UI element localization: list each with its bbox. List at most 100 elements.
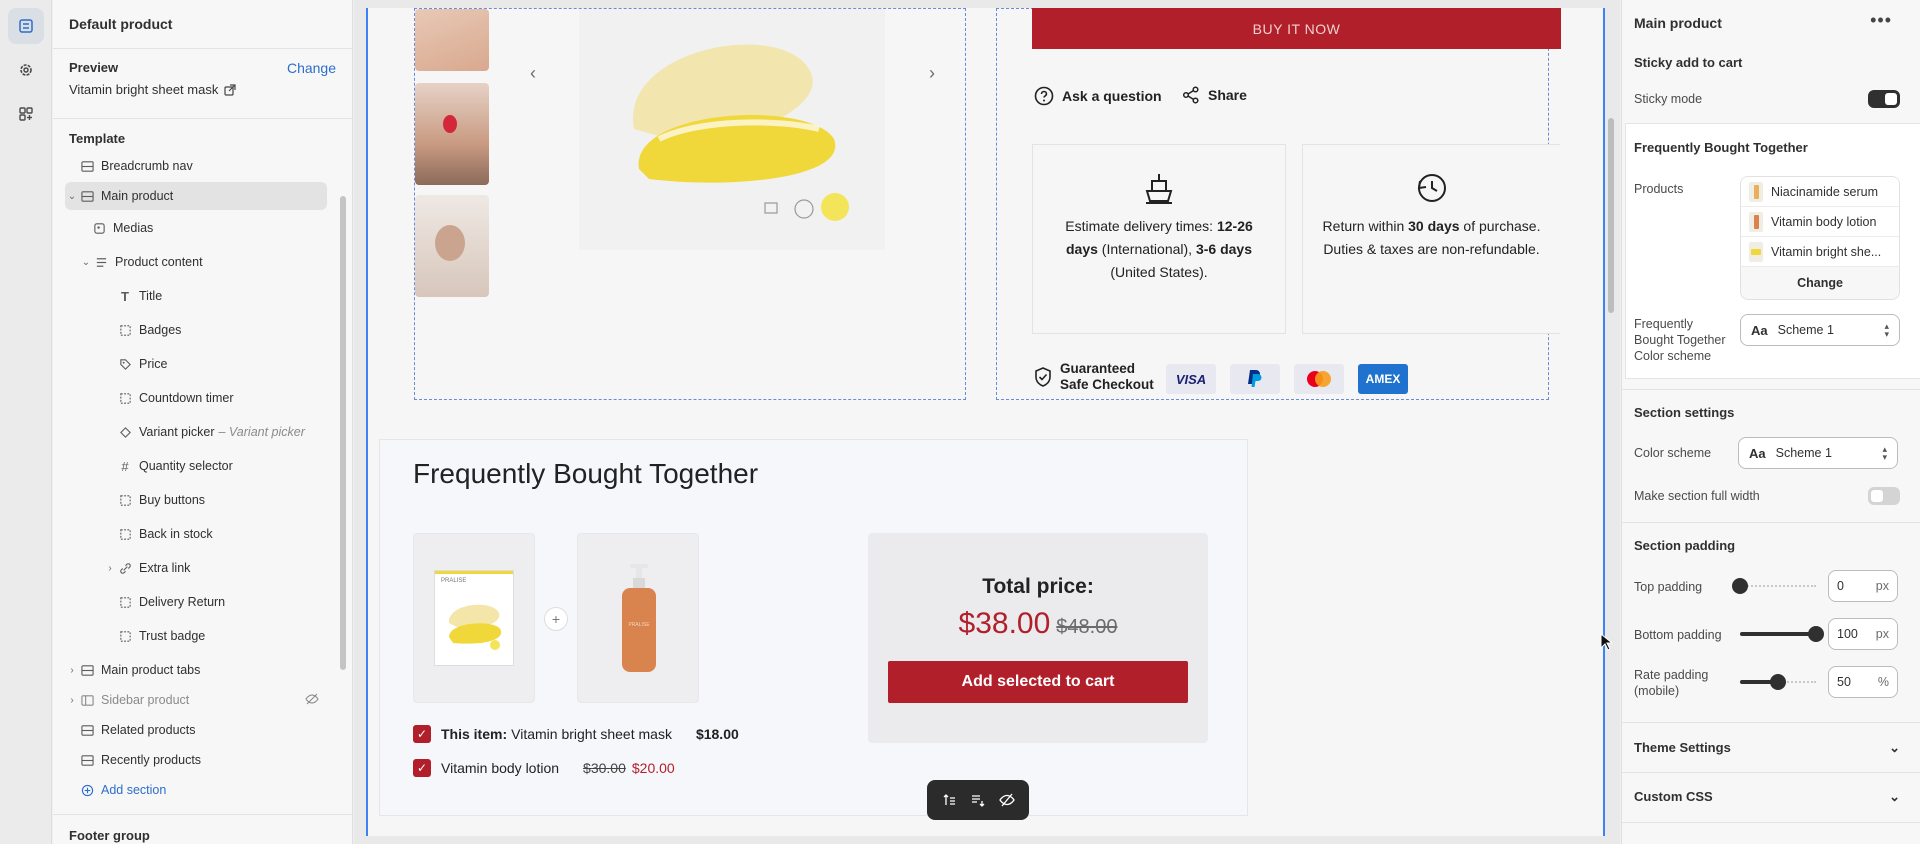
chevron-right-icon[interactable]: › bbox=[65, 695, 79, 706]
block-dashed-icon bbox=[117, 628, 133, 644]
tree-item-trust-badge[interactable]: Trust badge bbox=[117, 622, 327, 650]
share-icon bbox=[1182, 86, 1199, 104]
move-up-icon[interactable] bbox=[941, 792, 957, 808]
sidebar-scrollbar[interactable] bbox=[340, 196, 346, 670]
tree-item-variant-picker[interactable]: Variant picker – Variant picker bbox=[117, 418, 327, 446]
main-product-image[interactable] bbox=[579, 9, 885, 250]
sections-icon[interactable] bbox=[8, 8, 44, 44]
fbt-product-image-sheet-mask[interactable]: PRALISE bbox=[413, 533, 535, 703]
rate-padding-slider[interactable] bbox=[1740, 674, 1816, 690]
total-price-values: $38.00 $48.00 bbox=[868, 607, 1208, 641]
tree-item-label: Breadcrumb nav bbox=[101, 159, 193, 173]
color-scheme-icon: Aa bbox=[1749, 445, 1766, 461]
tree-item-product-content[interactable]: ⌄ Product content bbox=[79, 248, 327, 276]
apps-icon[interactable] bbox=[8, 96, 44, 132]
tree-item-label: Medias bbox=[113, 221, 154, 235]
products-change-button[interactable]: Change bbox=[1741, 267, 1899, 299]
tree-item-price[interactable]: Price bbox=[117, 350, 327, 378]
rate-padding-input[interactable]: 50% bbox=[1828, 666, 1898, 698]
slider-handle[interactable] bbox=[1770, 674, 1786, 690]
full-width-toggle[interactable] bbox=[1868, 487, 1900, 505]
settings-gear-icon[interactable] bbox=[8, 52, 44, 88]
divider bbox=[53, 48, 352, 49]
checkbox-checked[interactable]: ✓ bbox=[413, 725, 431, 743]
tree-item-related-products[interactable]: Related products bbox=[65, 716, 327, 744]
share-link[interactable]: Share bbox=[1182, 86, 1247, 104]
tree-item-back-in-stock[interactable]: Back in stock bbox=[117, 520, 327, 548]
chevron-down-icon[interactable]: ⌄ bbox=[65, 191, 79, 202]
product-thumbnail[interactable] bbox=[415, 9, 489, 71]
add-section-button[interactable]: Add section bbox=[65, 776, 327, 804]
preview-product[interactable]: Vitamin bright sheet mask bbox=[69, 82, 236, 97]
mastercard-icon bbox=[1294, 364, 1344, 394]
chevron-down-icon[interactable]: ⌄ bbox=[79, 257, 93, 268]
tree-item-buy-buttons[interactable]: Buy buttons bbox=[117, 486, 327, 514]
delivery-text-mid: (International), bbox=[1097, 241, 1196, 257]
product-item[interactable]: Vitamin body lotion bbox=[1741, 207, 1899, 237]
fbt-item-row-this-item[interactable]: ✓ This item: Vitamin bright sheet mask $… bbox=[413, 725, 739, 743]
media-icon bbox=[91, 220, 107, 236]
theme-settings-toggle[interactable]: Theme Settings ⌄ bbox=[1634, 740, 1900, 756]
chevron-right-icon[interactable]: › bbox=[65, 665, 79, 676]
product-item-name: Vitamin bright she... bbox=[1771, 244, 1882, 259]
tree-item-recently-products[interactable]: Recently products bbox=[65, 746, 327, 774]
frequently-bought-together-section[interactable]: Frequently Bought Together PRALISE + PRA… bbox=[380, 440, 1247, 815]
plus-icon: + bbox=[544, 607, 568, 631]
slider-handle[interactable] bbox=[1732, 578, 1748, 594]
slider-handle[interactable] bbox=[1808, 626, 1824, 642]
tree-item-medias[interactable]: Medias bbox=[91, 214, 327, 242]
product-item[interactable]: Vitamin bright she... bbox=[1741, 237, 1899, 267]
ask-question-link[interactable]: Ask a question bbox=[1034, 86, 1162, 106]
total-sale-price: $38.00 bbox=[958, 607, 1051, 640]
custom-css-toggle[interactable]: Custom CSS ⌄ bbox=[1634, 789, 1900, 805]
return-days: 30 days bbox=[1408, 218, 1460, 234]
tree-item-breadcrumb-nav[interactable]: Breadcrumb nav bbox=[65, 152, 327, 180]
sidebar-layout-icon bbox=[79, 692, 95, 708]
canvas-scrollbar[interactable] bbox=[1608, 118, 1614, 313]
chevron-left-icon[interactable]: ‹ bbox=[530, 63, 536, 84]
tree-item-label: Product content bbox=[115, 255, 203, 269]
divider bbox=[53, 118, 352, 119]
fbt-title: Frequently Bought Together bbox=[413, 458, 759, 489]
fbt-product-image-body-lotion[interactable]: PRALISE bbox=[577, 533, 699, 703]
tree-item-sidebar-product[interactable]: › Sidebar product bbox=[65, 686, 327, 714]
sticky-mode-toggle[interactable] bbox=[1868, 90, 1900, 108]
top-padding-input[interactable]: 0 px bbox=[1828, 570, 1898, 602]
product-thumbnail[interactable] bbox=[415, 195, 489, 297]
more-options-icon[interactable]: ••• bbox=[1870, 10, 1892, 31]
preview-change-link[interactable]: Change bbox=[287, 60, 336, 76]
tree-item-title[interactable]: T Title bbox=[117, 282, 327, 310]
section-settings-heading: Section settings bbox=[1634, 405, 1735, 420]
media-gallery[interactable]: ‹ › bbox=[414, 8, 966, 400]
tree-item-badges[interactable]: Badges bbox=[117, 316, 327, 344]
chevron-right-icon[interactable]: › bbox=[103, 563, 117, 574]
tree-item-main-product[interactable]: ⌄ Main product bbox=[65, 182, 327, 210]
buy-it-now-button[interactable]: BUY IT NOW bbox=[1032, 8, 1561, 49]
return-text-pre: Return within bbox=[1322, 218, 1409, 234]
bottom-padding-slider[interactable] bbox=[1740, 626, 1824, 642]
top-padding-slider[interactable] bbox=[1732, 578, 1816, 594]
bottom-padding-input[interactable]: 100 px bbox=[1828, 618, 1898, 650]
chevron-right-icon[interactable]: › bbox=[929, 63, 935, 84]
color-scheme-select[interactable]: Aa Scheme 1 ▴ ▾ bbox=[1738, 437, 1898, 469]
hide-eye-icon[interactable] bbox=[998, 792, 1015, 808]
tree-item-main-product-tabs[interactable]: › Main product tabs bbox=[65, 656, 327, 684]
tree-item-countdown-timer[interactable]: Countdown timer bbox=[117, 384, 327, 412]
rate-padding-label: Rate padding (mobile) bbox=[1634, 668, 1709, 698]
tree-item-delivery-return[interactable]: Delivery Return bbox=[117, 588, 327, 616]
fbt-settings-group: Frequently Bought Together Products Niac… bbox=[1626, 124, 1920, 378]
product-item[interactable]: Niacinamide serum bbox=[1741, 177, 1899, 207]
fbt-color-scheme-select[interactable]: Aa Scheme 1 ▴ ▾ bbox=[1740, 314, 1900, 346]
tree-item-quantity-selector[interactable]: # Quantity selector bbox=[117, 452, 327, 480]
add-selected-to-cart-button[interactable]: Add selected to cart bbox=[888, 661, 1188, 703]
fbt-item-row-body-lotion[interactable]: ✓ Vitamin body lotion $30.00 $20.00 bbox=[413, 759, 675, 777]
move-down-icon[interactable] bbox=[970, 792, 986, 808]
tree-item-extra-link[interactable]: › Extra link bbox=[103, 554, 327, 582]
item-old-price: $30.00 bbox=[583, 760, 626, 776]
ship-icon bbox=[1145, 174, 1173, 204]
checkbox-checked[interactable]: ✓ bbox=[413, 759, 431, 777]
product-thumbnail[interactable] bbox=[415, 83, 489, 185]
product-item-name: Niacinamide serum bbox=[1771, 184, 1878, 199]
return-clock-icon bbox=[1417, 174, 1446, 202]
hidden-eye-icon[interactable] bbox=[305, 692, 319, 709]
